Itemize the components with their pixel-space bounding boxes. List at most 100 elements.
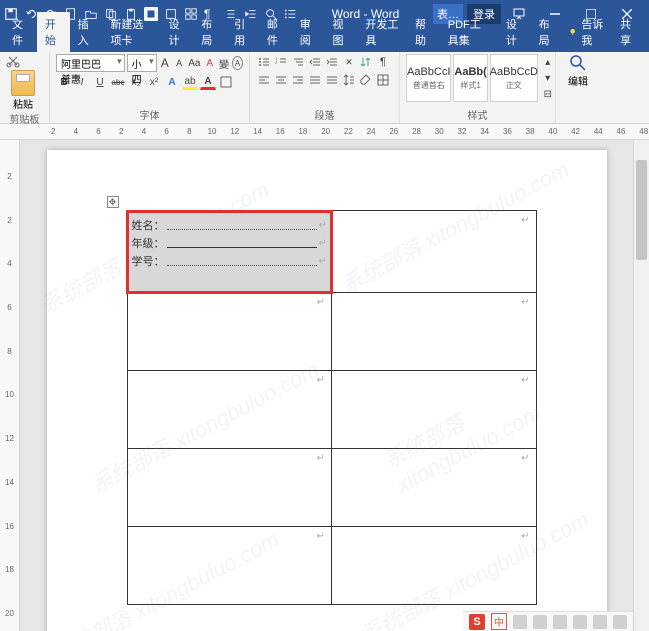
horizontal-ruler[interactable]: 2462468101214161820222426283032343638404…: [0, 124, 649, 140]
pilcrow-icon[interactable]: ¶: [204, 7, 218, 21]
multilevel-icon[interactable]: [290, 54, 306, 70]
styles-up-icon[interactable]: ▴: [540, 54, 556, 70]
numbering-icon[interactable]: 12: [273, 54, 289, 70]
line-spacing-icon[interactable]: [341, 72, 357, 88]
paste-button[interactable]: 粘贴: [6, 70, 40, 111]
indent-icon[interactable]: [244, 7, 258, 21]
tab-table-layout[interactable]: 布局: [531, 12, 564, 52]
tab-developer[interactable]: 开发工具: [357, 12, 407, 52]
ime-lang[interactable]: 中: [491, 613, 507, 630]
page: 系统部落 xitongbuluo.com 系统部落 xitongbuluo.co…: [47, 150, 607, 631]
bullets-icon[interactable]: [256, 54, 272, 70]
document-canvas[interactable]: 系统部落 xitongbuluo.com 系统部落 xitongbuluo.co…: [20, 140, 633, 631]
ime-globe-icon[interactable]: [553, 615, 567, 629]
spacing-icon[interactable]: [224, 7, 238, 21]
decrease-indent-icon[interactable]: [307, 54, 323, 70]
style-1[interactable]: AaBb(样式1: [453, 54, 487, 102]
table-cell[interactable]: ↵: [127, 371, 332, 449]
asian-layout-icon[interactable]: ✕: [341, 54, 357, 70]
editing-group: 编辑: [556, 52, 600, 123]
tab-help[interactable]: 帮助: [407, 12, 440, 52]
text-effects-icon[interactable]: A: [164, 74, 180, 90]
ime-tool-icon[interactable]: [613, 615, 627, 629]
table-cell[interactable]: ↵: [127, 527, 332, 605]
cell-mark-icon: ↵: [521, 531, 529, 542]
underline-icon[interactable]: U: [92, 74, 108, 90]
font-name-combo[interactable]: 阿里巴巴普惠: [56, 54, 125, 72]
table-cell[interactable]: ↵: [332, 211, 536, 293]
table-cell-selected[interactable]: 姓名：↵ 年级：↵ 学号：↵: [127, 211, 332, 293]
align-center-icon[interactable]: [273, 72, 289, 88]
tab-table-design[interactable]: 设计: [498, 12, 531, 52]
table-cell[interactable]: ↵: [332, 449, 536, 527]
sort-icon[interactable]: [358, 54, 374, 70]
tab-pdftools[interactable]: PDF工具集: [440, 12, 498, 52]
redo-icon[interactable]: [44, 7, 58, 21]
tab-view[interactable]: 视图: [325, 12, 358, 52]
ime-user-icon[interactable]: [573, 615, 587, 629]
workspace: 22468101214161820 系统部落 xitongbuluo.com 系…: [0, 140, 649, 631]
styles-label: 样式: [406, 107, 549, 123]
tell-me[interactable]: 告诉我: [563, 12, 612, 52]
reading-icon[interactable]: [144, 7, 158, 21]
vertical-scrollbar[interactable]: [633, 140, 649, 631]
open-icon[interactable]: [84, 7, 98, 21]
char-shading-icon[interactable]: [218, 74, 234, 90]
increase-indent-icon[interactable]: [324, 54, 340, 70]
table-cell[interactable]: ↵: [332, 293, 536, 371]
justify-icon[interactable]: [307, 72, 323, 88]
highlight-color-icon[interactable]: ab: [182, 74, 198, 90]
undo-icon[interactable]: [24, 7, 38, 21]
align-left-icon[interactable]: [256, 72, 272, 88]
table-cell[interactable]: ↵: [332, 371, 536, 449]
borders-icon[interactable]: [375, 72, 391, 88]
cell-mark-icon: ↵: [521, 215, 529, 226]
grow-font-icon[interactable]: A: [159, 55, 171, 71]
grade-label: 年级：: [132, 235, 165, 251]
superscript-icon[interactable]: x²: [146, 74, 162, 90]
distributed-icon[interactable]: [324, 72, 340, 88]
grid-icon[interactable]: [184, 7, 198, 21]
shading-icon[interactable]: [358, 72, 374, 88]
shrink-font-icon[interactable]: A: [173, 55, 185, 71]
save-icon[interactable]: [4, 7, 18, 21]
list-qat-icon[interactable]: [284, 7, 298, 21]
copy-icon[interactable]: [104, 7, 118, 21]
paragraph-mark-icon: ↵: [319, 256, 327, 267]
table-cell[interactable]: ↵: [127, 449, 332, 527]
document-table[interactable]: 姓名：↵ 年级：↵ 学号：↵ ↵ ↵↵ ↵↵ ↵↵ ↵↵: [127, 210, 537, 605]
table-cell[interactable]: ↵: [332, 527, 536, 605]
font-label: 字体: [56, 107, 243, 123]
enclose-icon[interactable]: A: [232, 56, 243, 70]
clear-format-icon[interactable]: A: [204, 55, 216, 71]
paragraph-mark-icon: ↵: [319, 238, 327, 249]
styles-down-icon[interactable]: ▾: [540, 70, 556, 86]
new-icon[interactable]: [64, 7, 78, 21]
style-body[interactable]: AaBbCcD正文: [490, 54, 538, 102]
cut-icon[interactable]: [6, 54, 20, 68]
ime-punct-icon[interactable]: [513, 615, 527, 629]
table-move-handle-icon[interactable]: ✥: [107, 196, 119, 208]
quick-access-toolbar: ¶: [4, 7, 298, 21]
vertical-ruler[interactable]: 22468101214161820: [0, 140, 20, 631]
print-layout-icon[interactable]: [164, 7, 178, 21]
find-button[interactable]: 编辑: [562, 54, 594, 88]
align-right-icon[interactable]: [290, 72, 306, 88]
sogou-logo-icon[interactable]: S: [469, 614, 485, 630]
font-color-icon[interactable]: A: [200, 74, 216, 90]
font-size-combo[interactable]: 小四: [127, 54, 157, 72]
scroll-thumb[interactable]: [636, 160, 647, 260]
find-qat-icon[interactable]: [264, 7, 278, 21]
cell-mark-icon: ↵: [521, 375, 529, 386]
style-normal-indent[interactable]: AaBbCcI普通首右: [406, 54, 451, 102]
show-marks-icon[interactable]: ¶: [375, 54, 391, 70]
paste-small-icon[interactable]: [124, 7, 138, 21]
styles-more-icon[interactable]: ⊟: [540, 86, 556, 102]
ime-skin-icon[interactable]: [593, 615, 607, 629]
ime-keyboard-icon[interactable]: [533, 615, 547, 629]
change-case-icon[interactable]: Aa: [187, 55, 201, 71]
table-cell[interactable]: ↵: [127, 293, 332, 371]
phonetic-icon[interactable]: 變: [218, 55, 230, 71]
strike-icon[interactable]: abc: [110, 74, 126, 90]
share-button[interactable]: 共享: [612, 12, 645, 52]
